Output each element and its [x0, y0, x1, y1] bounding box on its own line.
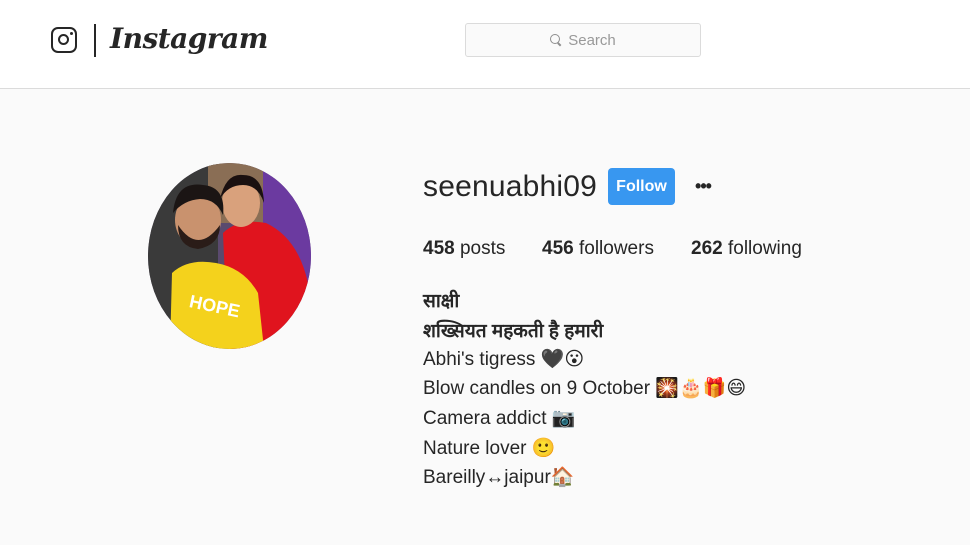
search-icon — [550, 34, 562, 46]
following-count-stat[interactable]: 262 following — [691, 238, 802, 260]
camera-flash-dot — [69, 31, 73, 35]
bio-line: Abhi's tigress 🖤😮 — [423, 349, 585, 370]
profile-username: seenuabhi09 — [423, 170, 598, 203]
posts-label: posts — [454, 238, 506, 259]
following-label: following — [722, 238, 802, 259]
profile-avatar[interactable]: HOPE — [148, 163, 311, 349]
logo-divider — [94, 24, 96, 57]
more-options-icon[interactable]: ••• — [693, 176, 713, 196]
search-placeholder: Search — [568, 31, 616, 49]
bio-line: Camera addict 📷 — [423, 408, 576, 429]
camera-lens — [58, 34, 69, 45]
posts-count: 458 — [423, 238, 455, 259]
following-count: 262 — [691, 238, 723, 259]
followers-count: 456 — [542, 238, 574, 259]
posts-count-stat[interactable]: 458 posts — [423, 238, 505, 260]
bio-line: Bareilly↔jaipur🏠 — [423, 467, 575, 488]
search-input[interactable]: Search — [465, 23, 701, 57]
bio-line: शख्सियत महकती है हमारी — [423, 321, 604, 342]
bio-line: Nature lover 🙂 — [423, 438, 556, 459]
instagram-wordmark-logo[interactable]: Instagram — [110, 22, 268, 55]
bio-line: Blow candles on 9 October 🎇🎂🎁😄 — [423, 378, 747, 399]
instagram-camera-icon[interactable] — [51, 27, 77, 53]
bio-full-name: साक्षी — [423, 291, 460, 312]
top-navigation-bar: Instagram Search — [0, 0, 970, 89]
follow-button[interactable]: Follow — [608, 168, 675, 205]
followers-count-stat[interactable]: 456 followers — [542, 238, 654, 260]
followers-label: followers — [573, 238, 654, 259]
